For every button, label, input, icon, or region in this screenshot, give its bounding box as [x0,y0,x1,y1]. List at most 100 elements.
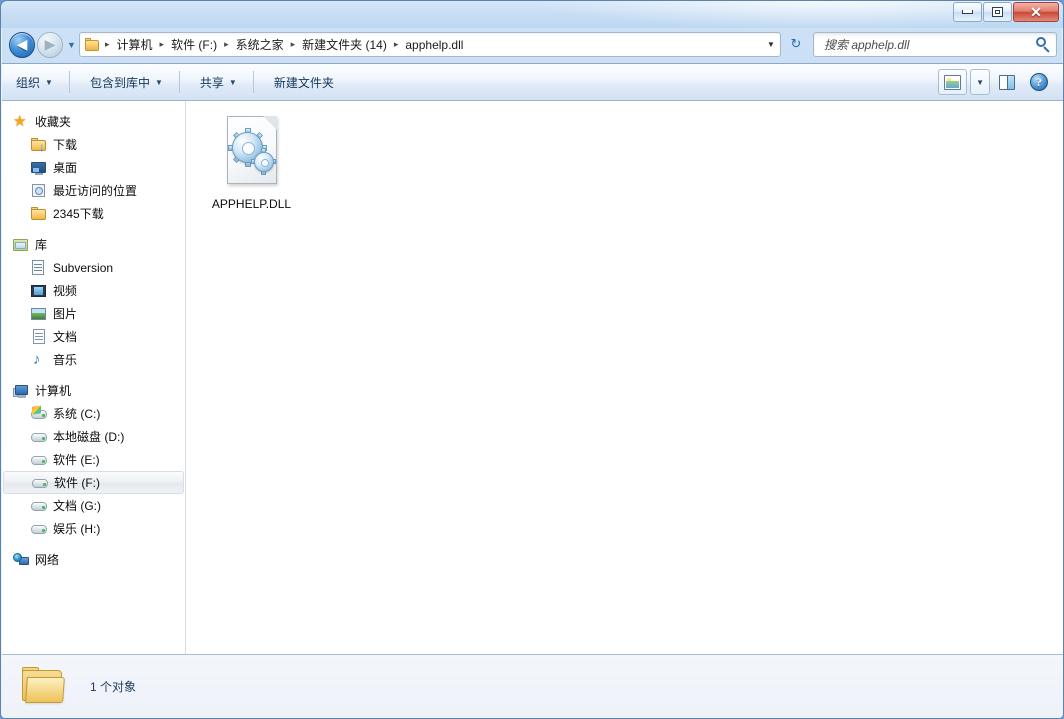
address-toolbar: ◀ ▶ ▼ ▸ 计算机 ▸ 软件 (F:) ▸ 系统之家 ▸ 新建文件夹 (14… [1,28,1063,63]
sidebar-item-videos[interactable]: 视频 [2,279,185,302]
sidebar-item-network[interactable]: 网络 [2,548,185,571]
sidebar-label: 文档 (G:) [53,497,101,514]
address-bar[interactable]: ▸ 计算机 ▸ 软件 (F:) ▸ 系统之家 ▸ 新建文件夹 (14) ▸ ap… [79,32,781,57]
toolbar-organize-button[interactable]: 组织 ▼ [6,70,63,95]
dll-gears-icon [221,116,283,192]
minimize-button[interactable] [953,2,982,22]
subversion-icon [31,260,47,276]
breadcrumb-item-newfolder14[interactable]: 新建文件夹 (14) [298,34,391,55]
sidebar-item-desktop[interactable]: 桌面 [2,156,185,179]
forward-button[interactable]: ▶ [37,32,63,58]
file-name-label: APPHELP.DLL [212,197,291,211]
sidebar-label: 下载 [53,136,77,153]
sidebar-label: 2345下载 [53,205,104,222]
sidebar-item-pictures[interactable]: 图片 [2,302,185,325]
sidebar-label: 软件 (E:) [53,451,100,468]
drive-icon [31,521,47,537]
help-button[interactable]: ? [1024,69,1054,95]
sidebar-item-favorites[interactable]: ★ 收藏夹 [2,110,185,133]
restore-button[interactable] [983,2,1012,22]
nav-group-network: 网络 [2,548,185,571]
toolbar-share-button[interactable]: 共享 ▼ [190,70,247,95]
music-library-icon: ♪ [31,352,47,368]
search-box[interactable] [813,32,1057,57]
navigation-buttons: ◀ ▶ ▼ [9,32,76,58]
file-list-pane[interactable]: APPHELP.DLL [186,101,1064,654]
sidebar-item-libraries[interactable]: 库 [2,233,185,256]
drive-icon [31,498,47,514]
sidebar-label: 文档 [53,328,77,345]
system-drive-icon [31,406,47,422]
navigation-pane[interactable]: ★ 收藏夹 ↓ 下载 桌面 [2,101,186,654]
sidebar-label: 网络 [35,551,59,568]
sidebar-item-drive-g[interactable]: 文档 (G:) [2,494,185,517]
toolbar-separator [253,71,254,93]
command-toolbar: 组织 ▼ 包含到库中 ▼ 共享 ▼ 新建文件夹 ▼ [2,63,1064,101]
toolbar-separator [179,71,180,93]
computer-icon [13,383,29,399]
forward-arrow-icon: ▶ [45,38,56,52]
back-button[interactable]: ◀ [9,32,35,58]
help-icon: ? [1030,73,1048,91]
breadcrumb-separator[interactable]: ▸ [288,39,299,50]
explorer-body: ★ 收藏夹 ↓ 下载 桌面 [2,101,1064,654]
restore-icon [992,7,1003,17]
search-icon [1034,36,1052,54]
nav-group-favorites: ★ 收藏夹 ↓ 下载 桌面 [2,110,185,225]
file-item[interactable]: APPHELP.DLL [204,109,299,216]
sidebar-item-computer[interactable]: 计算机 [2,379,185,402]
sidebar-label: 本地磁盘 (D:) [53,428,124,445]
sidebar-item-drive-f[interactable]: 软件 (F:) [3,471,184,494]
breadcrumb-separator[interactable]: ▸ [157,39,168,50]
chevron-down-icon: ▼ [45,78,53,87]
star-icon: ★ [13,114,29,130]
address-dropdown-icon[interactable]: ▼ [762,33,780,56]
sidebar-label: 音乐 [53,351,77,368]
sidebar-item-downloads[interactable]: ↓ 下载 [2,133,185,156]
title-bar-glow [1,1,1063,28]
folder-icon [84,38,100,52]
sidebar-item-recent-places[interactable]: 最近访问的位置 [2,179,185,202]
sidebar-item-drive-e[interactable]: 软件 (E:) [2,448,185,471]
sidebar-label: 图片 [53,305,77,322]
sidebar-item-2345-downloads[interactable]: 2345下载 [2,202,185,225]
close-button[interactable]: ✕ [1013,2,1059,22]
sidebar-item-subversion[interactable]: Subversion [2,256,185,279]
toolbar-new-folder-button[interactable]: 新建文件夹 [264,70,344,95]
chevron-down-icon: ▼ [155,78,163,87]
breadcrumb-item-xitongzhijia[interactable]: 系统之家 [232,34,288,55]
sidebar-label: 收藏夹 [35,113,71,130]
change-view-button[interactable] [938,69,967,95]
sidebar-item-drive-h[interactable]: 娱乐 (H:) [2,517,185,540]
sidebar-item-music[interactable]: ♪ 音乐 [2,348,185,371]
toolbar-new-folder-label: 新建文件夹 [274,74,334,91]
back-arrow-icon: ◀ [17,38,28,52]
sidebar-item-drive-d[interactable]: 本地磁盘 (D:) [2,425,185,448]
recent-pages-dropdown[interactable]: ▼ [67,40,76,50]
sidebar-item-drive-c[interactable]: 系统 (C:) [2,402,185,425]
breadcrumb-item-computer[interactable]: 计算机 [113,34,157,55]
sidebar-label: 计算机 [35,382,71,399]
breadcrumb-item-drive-f[interactable]: 软件 (F:) [167,34,221,55]
video-library-icon [31,283,47,299]
change-view-dropdown[interactable]: ▼ [970,69,990,95]
breadcrumb-item-apphelp-dll[interactable]: apphelp.dll [401,36,467,54]
drive-icon [32,475,48,491]
network-icon [13,552,29,568]
toolbar-include-in-library-button[interactable]: 包含到库中 ▼ [80,70,173,95]
minimize-icon [962,10,973,14]
search-input[interactable] [818,38,1034,52]
breadcrumb-separator[interactable]: ▸ [391,39,402,50]
breadcrumb-separator[interactable]: ▸ [221,39,232,50]
library-icon [13,237,29,253]
sidebar-label: 最近访问的位置 [53,182,137,199]
toolbar-include-in-library-label: 包含到库中 [90,74,150,91]
sidebar-label: 娱乐 (H:) [53,520,100,537]
title-bar: ✕ [1,1,1063,28]
toolbar-share-label: 共享 [200,74,224,91]
refresh-button[interactable]: ↻ [785,33,807,55]
folder-icon [31,206,47,222]
preview-pane-button[interactable] [993,69,1021,95]
sidebar-item-documents[interactable]: 文档 [2,325,185,348]
breadcrumb-separator[interactable]: ▸ [102,39,113,50]
